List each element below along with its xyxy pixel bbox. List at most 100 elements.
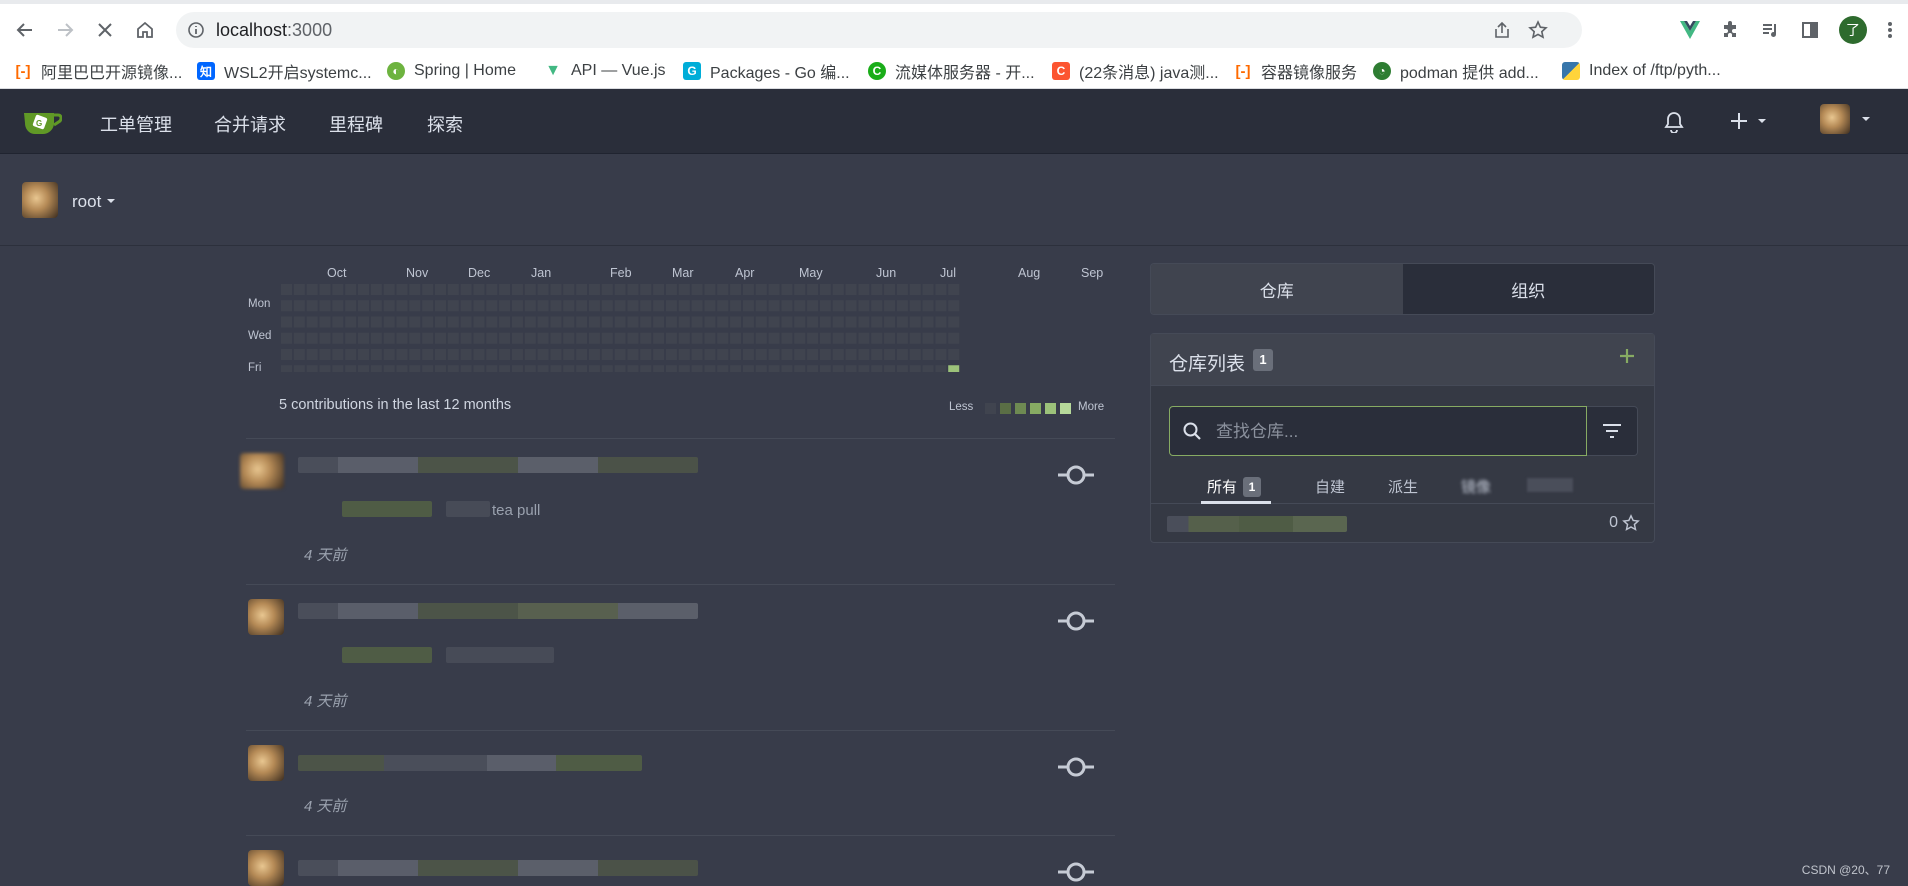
heatmap-cell: [486, 332, 498, 344]
heatmap-cell: [511, 365, 523, 372]
forward-icon[interactable]: [50, 15, 80, 45]
heatmap-cell: [588, 300, 600, 312]
bookmark-item[interactable]: C (22条消息) java测...: [1052, 60, 1219, 82]
heatmap-cell: [858, 300, 870, 312]
nav-pull-requests[interactable]: 合并请求: [214, 111, 286, 137]
heatmap-cell: [486, 316, 498, 328]
stop-loading-icon[interactable]: [90, 15, 120, 45]
gitea-logo-icon[interactable]: G: [22, 107, 62, 137]
home-icon[interactable]: [130, 15, 160, 45]
media-control-icon[interactable]: [1758, 18, 1782, 42]
tab-organizations[interactable]: 组织: [1402, 264, 1654, 314]
heatmap-cell: [332, 284, 344, 295]
heatmap-cell: [832, 284, 844, 295]
heatmap-cell: [819, 316, 831, 328]
bookmark-star-icon[interactable]: [1528, 20, 1548, 45]
heatmap-grid: [281, 284, 960, 372]
heatmap-cell: [306, 300, 318, 312]
heatmap-cell: [588, 349, 600, 360]
repo-filter-button[interactable]: [1587, 406, 1638, 456]
url-text: localhost:3000: [216, 20, 333, 40]
heatmap-cell: [807, 300, 819, 312]
alibaba-icon: [-]: [1235, 62, 1251, 80]
svg-text:G: G: [36, 119, 42, 128]
bookmark-item[interactable]: G Packages - Go 编...: [683, 60, 850, 82]
bookmark-item[interactable]: [-] 阿里巴巴开源镜像...: [14, 60, 183, 83]
heatmap-cell: [935, 332, 947, 344]
bookmark-item[interactable]: ◐ Spring | Home: [387, 60, 516, 82]
heatmap-cell: [678, 332, 690, 344]
repo-name-redacted: [1167, 516, 1347, 532]
notification-bell-icon[interactable]: [1664, 111, 1684, 138]
heatmap-cell: [601, 349, 613, 360]
heatmap-cell: [434, 316, 446, 328]
subtab-mirrors[interactable]: 镜像: [1461, 476, 1491, 497]
heatmap-cell: [665, 300, 677, 312]
heatmap-cell: [922, 332, 934, 344]
site-info-icon[interactable]: [187, 21, 205, 44]
heatmap-cell: [447, 349, 459, 360]
heatmap-cell: [935, 349, 947, 360]
heatmap-cell: [614, 332, 626, 344]
heatmap-cell: [922, 365, 934, 372]
share-icon[interactable]: [1492, 20, 1512, 45]
profile-avatar[interactable]: 了: [1839, 16, 1867, 44]
heatmap-cell: [948, 332, 960, 344]
subtab-sources[interactable]: 自建: [1315, 476, 1345, 497]
subtab-forks[interactable]: 派生: [1388, 476, 1418, 497]
nav-explore[interactable]: 探索: [427, 111, 463, 137]
heatmap-cell: [884, 300, 896, 312]
heatmap-cell: [665, 332, 677, 344]
repo-list-item[interactable]: 0: [1151, 504, 1654, 542]
subtab-all[interactable]: 所有 1: [1207, 476, 1262, 497]
heatmap-cell: [588, 316, 600, 328]
heatmap-cell: [332, 300, 344, 312]
nav-milestones[interactable]: 里程碑: [329, 111, 383, 137]
feed-avatar: [248, 850, 284, 886]
tab-repositories[interactable]: 仓库: [1151, 264, 1403, 314]
bookmark-item[interactable]: 知 WSL2开启systemc...: [197, 60, 372, 82]
back-icon[interactable]: [10, 15, 40, 45]
repo-search-input[interactable]: [1216, 419, 1576, 445]
side-panel-icon[interactable]: [1798, 18, 1822, 42]
heatmap-cell: [293, 332, 305, 344]
heatmap-cell: [473, 284, 485, 295]
create-new-button[interactable]: [1730, 111, 1768, 136]
new-repo-plus-icon[interactable]: [1618, 344, 1636, 372]
heatmap-cell: [550, 332, 562, 344]
vue-devtools-icon[interactable]: [1678, 18, 1702, 42]
heatmap-cell: [357, 349, 369, 360]
heatmap-cell: [422, 316, 434, 328]
heatmap-cell: [922, 316, 934, 328]
heatmap-cell: [730, 284, 742, 295]
heatmap-cell: [319, 316, 331, 328]
extensions-icon[interactable]: [1718, 18, 1742, 42]
heatmap-cell: [948, 284, 960, 295]
heatmap-cell: [909, 332, 921, 344]
bookmark-item[interactable]: [-] 容器镜像服务: [1234, 60, 1358, 83]
heatmap-cell: [473, 316, 485, 328]
heatmap-cell: [704, 284, 716, 295]
heatmap-legend-cell: [985, 403, 996, 414]
heatmap-cell: [409, 300, 421, 312]
heatmap-cell: [871, 300, 883, 312]
heatmap-cell: [550, 300, 562, 312]
heatmap-cell: [871, 365, 883, 372]
user-menu[interactable]: [1820, 104, 1872, 134]
feed-time: 4 天前: [304, 547, 347, 564]
heatmap-cell: [730, 349, 742, 360]
bookmark-item[interactable]: Index of /ftp/pyth...: [1562, 60, 1721, 82]
contribution-heatmap: Oct Nov Dec Jan Feb Mar Apr May Jun Jul …: [246, 262, 1110, 422]
more-menu-icon[interactable]: [1878, 18, 1902, 42]
context-user-switcher[interactable]: root: [72, 192, 116, 212]
address-bar[interactable]: localhost:3000: [176, 12, 1582, 48]
bookmark-item[interactable]: C 流媒体服务器 - 开...: [868, 60, 1035, 82]
nav-issues[interactable]: 工单管理: [100, 111, 172, 137]
heatmap-cell: [434, 300, 446, 312]
heatmap-cell: [653, 332, 665, 344]
bookmark-item[interactable]: ▼ API — Vue.js: [544, 60, 665, 82]
heatmap-cell: [332, 365, 344, 372]
bookmark-item[interactable]: ◔ podman 提供 add...: [1373, 60, 1539, 82]
heatmap-cell: [473, 300, 485, 312]
heatmap-cell: [460, 316, 472, 328]
